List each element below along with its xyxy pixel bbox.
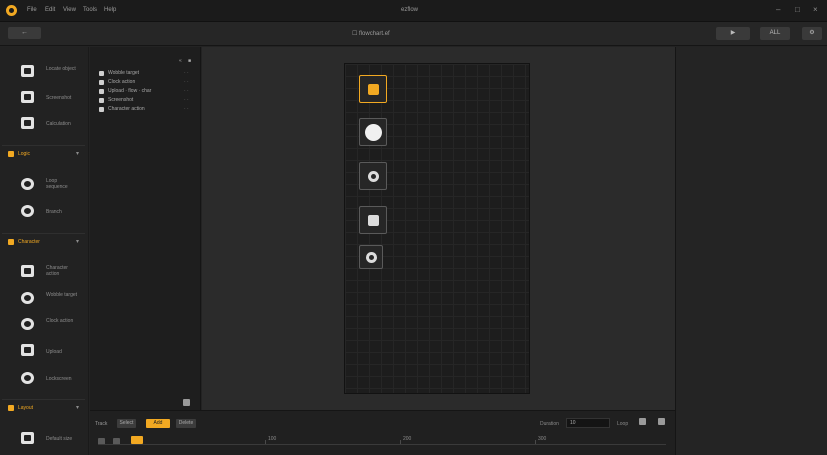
back-button[interactable]: ← <box>8 27 41 39</box>
menu-help[interactable]: Help <box>104 7 116 15</box>
component-label: Lockscreen <box>46 376 72 382</box>
upload-node[interactable] <box>359 206 387 234</box>
timeline-panel <box>90 410 675 455</box>
loop-icon[interactable] <box>21 178 34 190</box>
options-icon[interactable] <box>658 418 665 425</box>
component-label: Locate object <box>46 66 76 72</box>
loop-label: Loop <box>617 421 629 427</box>
collapse-arrow-icon[interactable]: ▾ <box>76 405 79 411</box>
lock-icon <box>366 252 377 263</box>
timeline-tick <box>400 440 401 444</box>
menu-tools[interactable]: Tools <box>83 7 97 15</box>
character-section-icon <box>8 239 14 245</box>
tick-label: 300 <box>538 436 547 442</box>
character-icon <box>99 107 104 112</box>
divider <box>2 233 85 234</box>
maximize-icon[interactable]: □ <box>795 6 800 14</box>
component-label: Calculation <box>46 121 71 127</box>
section-header-layout[interactable]: Layout <box>18 404 33 412</box>
size-icon[interactable] <box>21 432 34 444</box>
layer-visibility-icon[interactable]: · · <box>184 79 189 85</box>
tick-label: 200 <box>403 436 412 442</box>
clock-icon <box>99 80 104 85</box>
duration-label: Duration <box>540 421 559 427</box>
run-button[interactable]: ▶ <box>716 27 750 40</box>
divider <box>2 145 85 146</box>
layout-section-icon <box>8 405 14 411</box>
add-button[interactable]: Add <box>146 419 170 428</box>
component-label: Character action <box>46 265 68 277</box>
wobble-icon[interactable] <box>21 292 34 304</box>
character-icon[interactable] <box>21 265 34 277</box>
properties-panel <box>675 47 827 455</box>
playhead[interactable] <box>131 436 143 444</box>
clock-node[interactable] <box>359 162 387 190</box>
section-header-character[interactable]: Character <box>18 238 40 246</box>
lock-icon[interactable] <box>21 372 34 384</box>
character-icon <box>368 84 379 95</box>
clock-icon[interactable] <box>21 318 34 330</box>
circle-icon <box>365 124 382 141</box>
screenshot-icon[interactable] <box>21 91 34 103</box>
circle-node[interactable] <box>359 118 387 146</box>
loop-toggle-icon[interactable] <box>639 418 646 425</box>
toolbar <box>0 22 827 46</box>
component-label: Branch <box>46 209 62 215</box>
component-label: Loop sequence <box>46 178 68 190</box>
layer-visibility-icon[interactable]: · · <box>184 106 189 112</box>
collapse-arrow-icon[interactable]: ▾ <box>76 239 79 245</box>
character-node[interactable] <box>359 75 387 103</box>
duration-field[interactable]: 10 <box>566 418 610 428</box>
section-header-logic[interactable]: Logic <box>18 150 30 158</box>
layer-visibility-icon[interactable]: · · <box>184 70 189 76</box>
app-title: ezflow <box>401 7 419 13</box>
clock-icon <box>368 171 379 182</box>
menu-view[interactable]: View <box>63 7 76 15</box>
divider <box>2 399 85 400</box>
select-button[interactable]: Select <box>117 419 136 428</box>
app-logo-icon <box>6 5 17 16</box>
upload-icon <box>368 215 379 226</box>
wobble-icon <box>99 71 104 76</box>
timeline-tick <box>265 440 266 444</box>
collapse-arrow-icon[interactable]: ▾ <box>76 151 79 157</box>
layer-item-label[interactable]: Character action <box>108 106 145 112</box>
component-label: Upload <box>46 349 62 355</box>
component-panel <box>0 47 89 455</box>
lock-node[interactable] <box>359 245 383 269</box>
layer-item-label[interactable]: Screenshot <box>108 97 133 103</box>
timeline-label: Track <box>95 421 108 427</box>
close-icon[interactable]: × <box>813 6 818 14</box>
upload-icon[interactable] <box>21 344 34 356</box>
timeline-tick <box>535 440 536 444</box>
screenshot-icon <box>99 98 104 103</box>
tick-label: 100 <box>268 436 277 442</box>
layer-item-label[interactable]: Wobble target <box>108 70 139 76</box>
locate-icon[interactable] <box>21 65 34 77</box>
collapse-panel-icon[interactable]: « <box>179 58 182 64</box>
project-name: ☐ flowchart.ef <box>352 31 390 37</box>
component-label: Wobble target <box>46 292 78 298</box>
component-label: Default size <box>46 436 73 442</box>
layer-item-label[interactable]: Clock action <box>108 79 135 85</box>
export-button[interactable]: ALL <box>760 27 790 40</box>
delete-button[interactable]: Delete <box>176 419 196 428</box>
layer-item-label[interactable]: Upload · flow · char <box>108 88 151 94</box>
timeline-track[interactable] <box>98 444 666 445</box>
branch-icon[interactable] <box>21 205 34 217</box>
panel-menu-icon[interactable]: ■ <box>188 58 191 64</box>
component-label: Screenshot <box>46 95 72 101</box>
settings-button[interactable]: ⚙ <box>802 27 822 40</box>
logic-section-icon <box>8 151 14 157</box>
menu-file[interactable]: File <box>27 7 37 15</box>
calculator-icon[interactable] <box>21 117 34 129</box>
trash-icon[interactable] <box>183 399 190 406</box>
minimize-icon[interactable]: – <box>776 6 780 14</box>
layer-visibility-icon[interactable]: · · <box>184 88 189 94</box>
component-label: Clock action <box>46 318 74 324</box>
layer-visibility-icon[interactable]: · · <box>184 97 189 103</box>
upload-icon <box>99 89 104 94</box>
menu-edit[interactable]: Edit <box>45 7 55 15</box>
